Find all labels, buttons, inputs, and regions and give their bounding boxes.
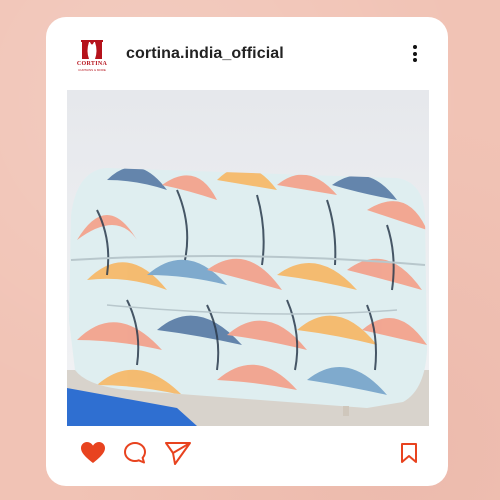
heart-icon[interactable] xyxy=(80,441,106,465)
more-options-icon[interactable] xyxy=(409,45,421,67)
curtain-logo-icon xyxy=(81,40,103,59)
post-image[interactable] xyxy=(67,90,429,426)
avatar[interactable]: CORTINA CURTAINS & MORE xyxy=(74,39,110,75)
avatar-tagline: CURTAINS & MORE xyxy=(78,68,106,72)
post-username[interactable]: cortina.india_official xyxy=(126,45,284,63)
avatar-brand-text: CORTINA xyxy=(76,61,108,67)
post-card: CORTINA CURTAINS & MORE cortina.india_of… xyxy=(46,17,448,486)
comment-icon[interactable] xyxy=(123,441,147,465)
sofa-photo-illustration xyxy=(67,90,429,426)
send-icon[interactable] xyxy=(164,440,192,466)
bookmark-icon[interactable] xyxy=(400,442,418,464)
post-header: CORTINA CURTAINS & MORE cortina.india_of… xyxy=(46,17,448,93)
post-actions xyxy=(46,437,448,477)
